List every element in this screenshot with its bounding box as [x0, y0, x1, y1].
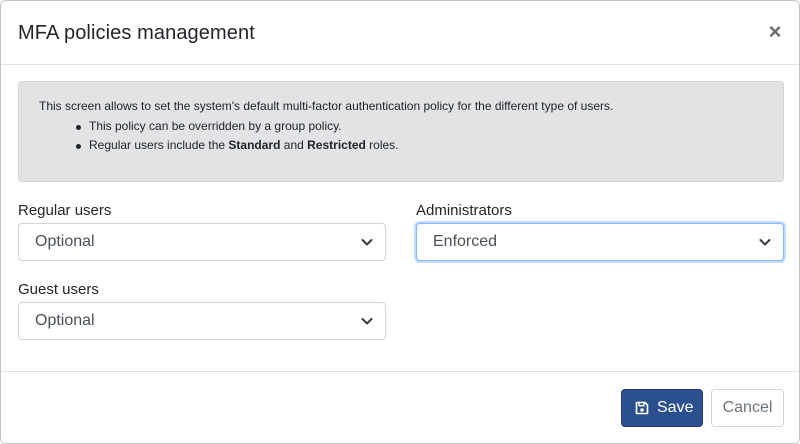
- role-standard: Standard: [228, 138, 281, 152]
- chevron-down-icon: [759, 239, 771, 246]
- dialog-footer: Save Cancel: [1, 371, 799, 443]
- close-icon[interactable]: ×: [763, 19, 787, 45]
- info-list: This policy can be overridden by a group…: [39, 117, 763, 156]
- administrators-select[interactable]: Enforced: [416, 223, 784, 261]
- info-alert: This screen allows to set the system's d…: [18, 81, 784, 182]
- chevron-down-icon: [361, 318, 373, 325]
- role-restricted: Restricted: [307, 138, 366, 152]
- info-intro: This screen allows to set the system's d…: [39, 99, 614, 113]
- guest-users-value: Optional: [35, 312, 95, 329]
- regular-users-value: Optional: [35, 233, 95, 250]
- guest-users-select[interactable]: Optional: [18, 302, 386, 340]
- save-button-label: Save: [657, 399, 694, 416]
- dialog-header: MFA policies management ×: [1, 1, 799, 65]
- info-text: and: [280, 138, 308, 152]
- administrators-value: Enforced: [433, 233, 498, 250]
- regular-users-select[interactable]: Optional: [18, 223, 386, 261]
- info-text: Regular users include the: [89, 138, 229, 152]
- regular-users-label: Regular users: [18, 202, 112, 219]
- info-text: roles.: [365, 138, 399, 152]
- info-bullet-group-policy: This policy can be overridden by a group…: [39, 117, 763, 137]
- info-bullet-regular-roles: Regular users include the Standard and R…: [39, 136, 763, 156]
- guest-users-label: Guest users: [18, 281, 99, 298]
- floppy-disk-icon: [635, 401, 649, 415]
- dialog-title: MFA policies management: [18, 22, 255, 44]
- administrators-label: Administrators: [416, 202, 512, 219]
- save-button[interactable]: Save: [621, 389, 703, 427]
- mfa-policies-dialog: MFA policies management × This screen al…: [0, 0, 800, 444]
- cancel-button[interactable]: Cancel: [711, 389, 784, 427]
- chevron-down-icon: [361, 239, 373, 246]
